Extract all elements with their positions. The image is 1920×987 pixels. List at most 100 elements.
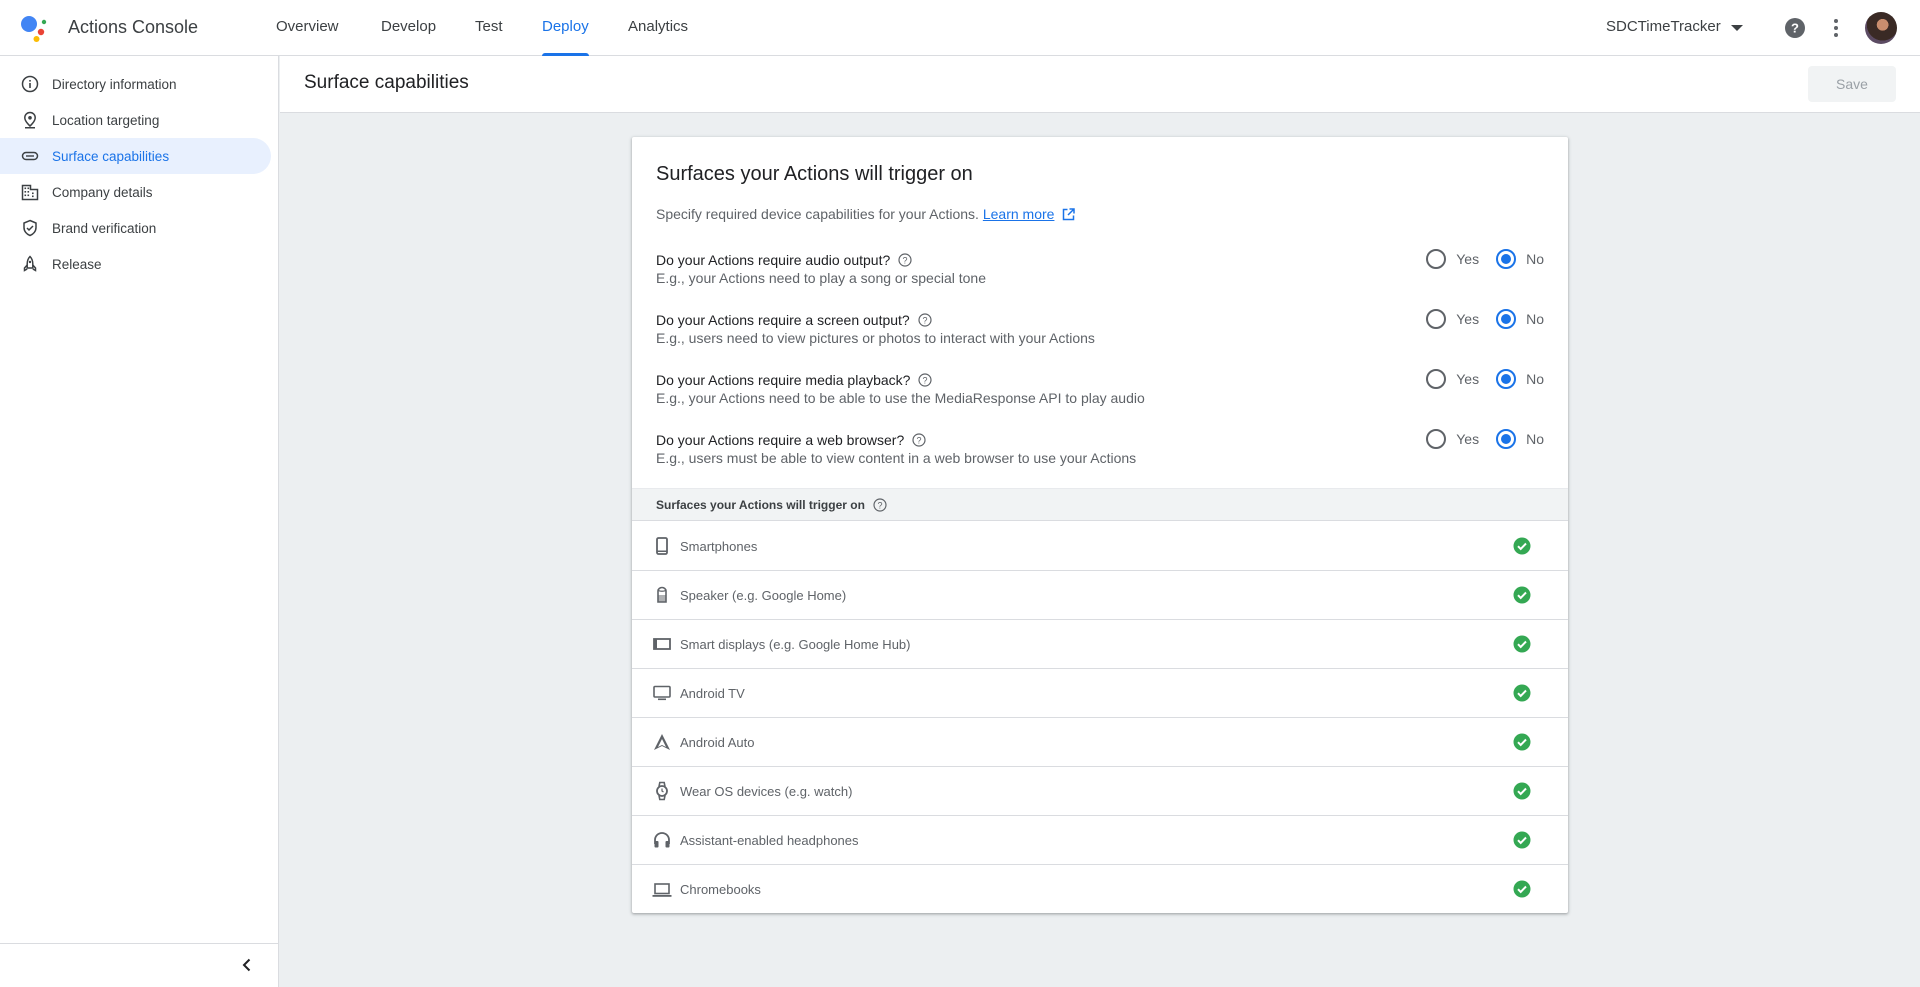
sidebar-item-surface-capabilities[interactable]: Surface capabilities <box>0 138 271 174</box>
sidebar-item-release[interactable]: Release <box>0 246 271 282</box>
building-icon <box>20 182 40 202</box>
tab-test[interactable]: Test <box>475 0 503 56</box>
android-auto-icon <box>652 732 672 752</box>
sidebar-item-company-details[interactable]: Company details <box>0 174 271 210</box>
radio-no[interactable]: No <box>1496 429 1544 449</box>
surface-row-smart-displays: Smart displays (e.g. Google Home Hub) <box>632 620 1568 669</box>
surface-label: Assistant-enabled headphones <box>680 832 859 848</box>
radio-yes[interactable]: Yes <box>1426 249 1479 269</box>
radio-yes[interactable]: Yes <box>1426 309 1479 329</box>
radio-button-selected[interactable] <box>1496 249 1517 269</box>
question-text: Do your Actions require a web browser? <box>656 432 905 448</box>
sidebar: Directory information Location targeting… <box>0 56 279 987</box>
surface-label: Android Auto <box>680 734 755 750</box>
radio-label: Yes <box>1456 311 1480 327</box>
svg-text:?: ? <box>1791 21 1799 36</box>
question-audio-output: Do your Actions require audio output? ? … <box>656 249 1544 294</box>
surface-label: Speaker (e.g. Google Home) <box>680 587 847 603</box>
question-example: E.g., your Actions need to be able to us… <box>656 390 1145 406</box>
help-outline-icon[interactable]: ? <box>918 313 932 327</box>
sidebar-item-label: Surface capabilities <box>52 148 170 164</box>
radio-no[interactable]: No <box>1496 249 1544 269</box>
radio-group: Yes No <box>1426 249 1544 269</box>
radio-button[interactable] <box>1426 369 1447 389</box>
more-vert-icon[interactable] <box>1830 16 1842 40</box>
radio-button[interactable] <box>1426 429 1447 449</box>
sidebar-item-brand-verification[interactable]: Brand verification <box>0 210 271 246</box>
question-text: Do your Actions require a screen output? <box>656 312 910 328</box>
smart-display-icon <box>652 634 672 654</box>
radio-button-selected[interactable] <box>1496 429 1517 449</box>
radio-label: No <box>1526 431 1544 447</box>
location-pin-icon <box>20 110 40 130</box>
smartphone-icon <box>652 536 672 556</box>
tv-icon <box>652 683 672 703</box>
surface-label: Wear OS devices (e.g. watch) <box>680 783 853 799</box>
radio-label: Yes <box>1456 371 1480 387</box>
surface-row-wear-os: Wear OS devices (e.g. watch) <box>632 767 1568 816</box>
check-circle-icon <box>1513 733 1531 751</box>
description-text: Specify required device capabilities for… <box>656 206 979 222</box>
radio-group: Yes No <box>1426 369 1544 389</box>
surface-row-android-auto: Android Auto <box>632 718 1568 767</box>
question-web-browser: Do your Actions require a web browser? ?… <box>656 429 1544 474</box>
check-circle-icon <box>1513 831 1531 849</box>
question-screen-output: Do your Actions require a screen output?… <box>656 309 1544 354</box>
help-outline-icon[interactable]: ? <box>898 253 912 267</box>
tab-analytics[interactable]: Analytics <box>628 0 688 56</box>
open-in-new-icon[interactable] <box>1062 208 1076 221</box>
radio-label: No <box>1526 311 1544 327</box>
check-circle-icon <box>1513 586 1531 604</box>
question-text: Do your Actions require media playback? <box>656 372 911 388</box>
radio-group: Yes No <box>1426 429 1544 449</box>
verified-shield-icon <box>20 218 40 238</box>
card-title: Surfaces your Actions will trigger on <box>656 163 973 185</box>
sidebar-item-directory-information[interactable]: Directory information <box>0 66 271 102</box>
svg-text:?: ? <box>903 255 908 265</box>
sidebar-item-location-targeting[interactable]: Location targeting <box>0 102 271 138</box>
save-button[interactable]: Save <box>1808 66 1896 102</box>
check-circle-icon <box>1513 880 1531 898</box>
surface-icon <box>20 146 40 166</box>
svg-text:?: ? <box>922 315 927 325</box>
card-description: Specify required device capabilities for… <box>656 206 1076 222</box>
radio-button-selected[interactable] <box>1496 309 1517 329</box>
surfaces-header-label: Surfaces your Actions will trigger on <box>656 497 865 512</box>
radio-yes[interactable]: Yes <box>1426 429 1479 449</box>
learn-more-link[interactable]: Learn more <box>983 206 1055 222</box>
help-outline-icon[interactable]: ? <box>912 433 926 447</box>
check-circle-icon <box>1513 782 1531 800</box>
page-title: Surface capabilities <box>304 72 469 93</box>
page-header: Surface capabilities Save <box>280 56 1920 113</box>
tab-deploy[interactable]: Deploy <box>542 0 589 56</box>
project-name: SDCTimeTracker <box>1606 18 1721 35</box>
google-assistant-logo <box>21 16 47 42</box>
check-circle-icon <box>1513 537 1531 555</box>
help-outline-icon[interactable]: ? <box>918 373 933 387</box>
help-icon[interactable]: ? <box>1784 17 1806 39</box>
radio-label: Yes <box>1456 251 1480 267</box>
surface-row-headphones: Assistant-enabled headphones <box>632 816 1568 865</box>
radio-yes[interactable]: Yes <box>1426 369 1479 389</box>
radio-button[interactable] <box>1426 249 1447 269</box>
radio-button[interactable] <box>1426 309 1447 329</box>
surface-label: Smart displays (e.g. Google Home Hub) <box>680 636 911 652</box>
tab-develop[interactable]: Develop <box>381 0 436 56</box>
radio-no[interactable]: No <box>1496 369 1544 389</box>
radio-button-selected[interactable] <box>1496 369 1517 389</box>
surface-label: Android TV <box>680 685 745 701</box>
help-outline-icon[interactable]: ? <box>873 497 887 512</box>
tab-overview[interactable]: Overview <box>276 0 339 56</box>
app-title: Actions Console <box>68 17 199 37</box>
watch-icon <box>652 781 672 801</box>
surface-label: Chromebooks <box>680 882 761 897</box>
question-text: Do your Actions require audio output? <box>656 252 891 268</box>
avatar[interactable] <box>1865 12 1897 44</box>
project-selector[interactable]: SDCTimeTracker <box>1606 18 1743 35</box>
chevron-left-icon[interactable] <box>238 956 256 974</box>
radio-label: No <box>1526 371 1544 387</box>
caret-down-icon <box>1730 24 1743 31</box>
radio-no[interactable]: No <box>1496 309 1544 329</box>
svg-text:?: ? <box>923 375 928 385</box>
surface-row-smartphones: Smartphones <box>632 522 1568 571</box>
